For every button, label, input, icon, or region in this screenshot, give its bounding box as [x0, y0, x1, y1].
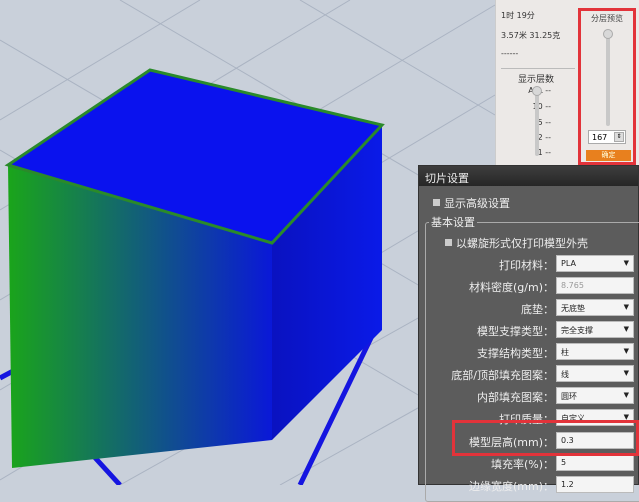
- group-label: 基本设置: [429, 214, 477, 230]
- layers-slider-thumb[interactable]: [532, 86, 542, 96]
- layer-number-spinner[interactable]: 167 ⇕: [588, 130, 626, 144]
- setting-label: 底垫：: [521, 303, 554, 316]
- layers-title: 显示层数: [518, 75, 555, 85]
- layer-number-value: 167: [592, 133, 608, 142]
- setting-value: 完全支撑: [561, 326, 593, 335]
- dialog-title: 切片设置: [419, 166, 638, 186]
- setting-label: 支撑结构类型：: [477, 347, 554, 360]
- setting-select[interactable]: 柱 ▼: [556, 343, 634, 360]
- setting-row: 打印材料： PLA ▼: [419, 255, 639, 272]
- preview-slider-thumb[interactable]: [603, 29, 613, 39]
- dropdown-arrow-icon: ▼: [623, 391, 629, 399]
- print-time: 1时 19分: [501, 11, 535, 20]
- setting-row: 支撑结构类型：柱 ▼: [419, 343, 639, 360]
- setting-select[interactable]: PLA ▼: [556, 255, 634, 272]
- layers-slider-track[interactable]: [535, 88, 539, 156]
- dropdown-arrow-icon: ▼: [623, 303, 629, 311]
- setting-value: 圆环: [561, 392, 577, 401]
- confirm-button[interactable]: 确定: [586, 150, 631, 161]
- setting-select[interactable]: 线 ▼: [556, 365, 634, 382]
- setting-row: 材料密度(g/m)： 8.765: [419, 277, 639, 294]
- setting-value: 无底垫: [561, 304, 585, 313]
- setting-label: 边缘宽度(mm)：: [468, 480, 554, 493]
- preview-title: 分层预览: [591, 14, 623, 23]
- material-usage: 3.57米 31.25克: [501, 31, 561, 40]
- placeholder-dashes: ------: [501, 49, 519, 58]
- dropdown-arrow-icon: ▼: [623, 259, 629, 267]
- setting-label: 打印材料：: [499, 259, 554, 272]
- setting-row: 模型支撑类型： 完全支撑 ▼: [419, 321, 639, 338]
- spiral-mode-checkbox[interactable]: 以螺旋形式仅打印模型外壳: [445, 235, 588, 251]
- setting-label: 内部填充图案：: [477, 391, 554, 404]
- layer-height-highlight: [452, 420, 639, 456]
- setting-value: 线: [561, 370, 569, 379]
- show-advanced-checkbox[interactable]: 显示高级设置: [433, 195, 510, 211]
- setting-input[interactable]: 5: [556, 454, 634, 471]
- setting-row: 底部/顶部填充图案：线 ▼: [419, 365, 639, 382]
- setting-input[interactable]: 8.765: [556, 277, 634, 294]
- setting-value: 8.765: [561, 281, 584, 290]
- setting-label: 模型支撑类型：: [477, 325, 554, 338]
- layer-tick: 1 --: [537, 148, 551, 157]
- setting-label: 填充率(%)：: [490, 458, 554, 471]
- setting-select[interactable]: 无底垫 ▼: [556, 299, 634, 316]
- setting-label: 底部/顶部填充图案：: [451, 369, 554, 382]
- layer-tick: 5 --: [537, 118, 551, 127]
- layer-tick: 2 --: [537, 133, 551, 142]
- dropdown-arrow-icon: ▼: [623, 325, 629, 333]
- dropdown-arrow-icon: ▼: [623, 347, 629, 355]
- divider: [501, 68, 575, 69]
- preview-slider-track[interactable]: [606, 31, 610, 126]
- setting-select[interactable]: 圆环 ▼: [556, 387, 634, 404]
- setting-label: 材料密度(g/m)：: [469, 281, 554, 294]
- spin-arrows-icon[interactable]: ⇕: [614, 132, 624, 142]
- dropdown-arrow-icon: ▼: [623, 369, 629, 377]
- setting-row: 底垫： 无底垫 ▼: [419, 299, 639, 316]
- layer-preview-panel: 分层预览 167 ⇕ 确定: [578, 8, 636, 165]
- setting-select[interactable]: 完全支撑 ▼: [556, 321, 634, 338]
- setting-value: 柱: [561, 348, 569, 357]
- setting-row: 内部填充图案： 圆环 ▼: [419, 387, 639, 404]
- setting-value: 5: [561, 458, 567, 467]
- setting-value: PLA: [561, 259, 576, 268]
- setting-row: 填充率(%)： 5: [419, 454, 639, 471]
